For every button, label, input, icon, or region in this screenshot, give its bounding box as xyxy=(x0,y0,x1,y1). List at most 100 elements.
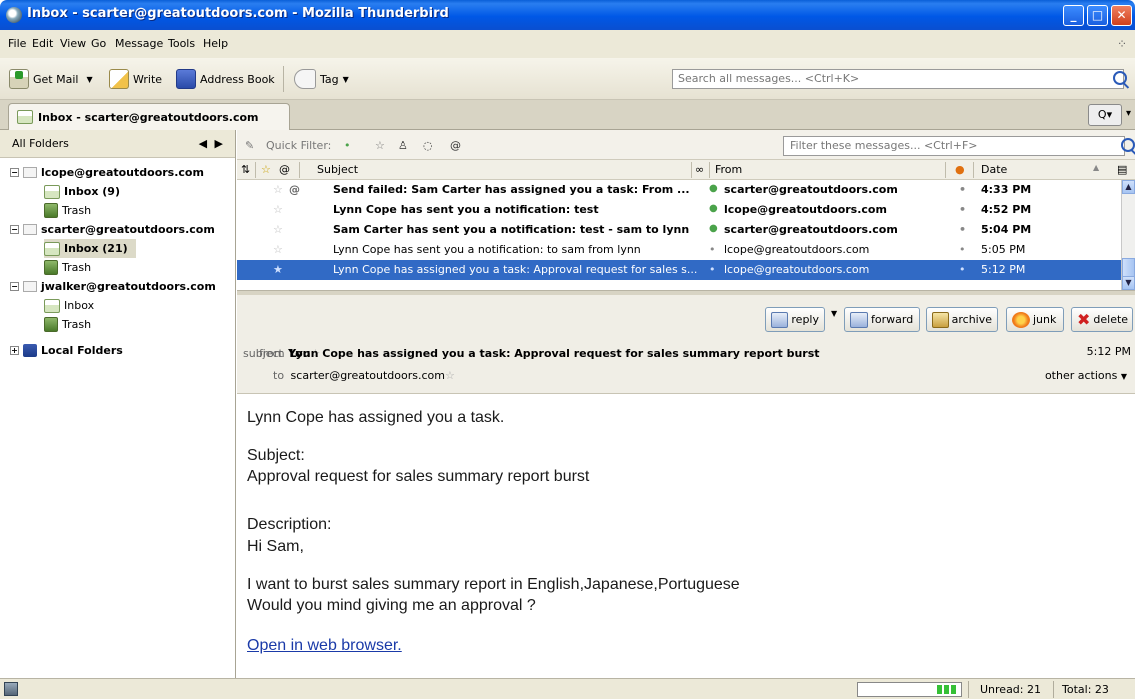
archive-button[interactable]: archive xyxy=(926,307,998,332)
offline-status-icon[interactable] xyxy=(4,682,18,696)
address-book-label: Address Book xyxy=(200,72,275,86)
collapse-icon[interactable]: − xyxy=(10,168,19,177)
account-scarter[interactable]: − scarter@greatoutdoors.com xyxy=(10,220,215,239)
message-row[interactable]: ☆ Sam Carter has sent you a notification… xyxy=(237,220,1121,240)
from-column-header[interactable]: From xyxy=(715,163,742,176)
filter-search-icon[interactable] xyxy=(1121,138,1135,152)
delete-button[interactable]: ✖ delete xyxy=(1071,307,1133,332)
inbox-icon xyxy=(17,110,33,124)
menu-edit[interactable]: Edit xyxy=(32,37,53,50)
account-jwalker[interactable]: − jwalker@greatoutdoors.com xyxy=(10,277,216,296)
star-icon[interactable]: ☆ xyxy=(273,223,283,236)
folder-view-switch-arrows[interactable]: ◀ ▶ xyxy=(199,137,225,150)
get-mail-dropdown-icon[interactable]: ▼ xyxy=(86,75,92,84)
tab-inbox[interactable]: Inbox - scarter@greatoutdoors.com xyxy=(8,103,290,130)
message-date: 5:05 PM xyxy=(981,243,1026,256)
read-dot-icon[interactable]: • xyxy=(709,263,716,276)
attachment-filter-icon[interactable]: @ xyxy=(450,139,461,152)
read-dot-icon[interactable]: • xyxy=(709,243,716,256)
folder-inbox-lcope[interactable]: Inbox (9) xyxy=(44,182,120,201)
message-row[interactable]: ☆ Lynn Cope has sent you a notification:… xyxy=(237,200,1121,220)
scroll-up-button[interactable]: ▲ xyxy=(1122,180,1135,194)
star-icon[interactable]: ☆ xyxy=(273,243,283,256)
junk-status-icon[interactable]: • xyxy=(959,183,966,196)
star-icon[interactable]: ☆ xyxy=(273,203,283,216)
junk-column-icon[interactable]: ● xyxy=(955,163,965,176)
unread-filter-icon[interactable]: • xyxy=(344,139,351,152)
search-icon[interactable] xyxy=(1113,71,1127,85)
tag-button[interactable]: Tag ▼ xyxy=(294,68,349,90)
tab-search-button[interactable]: Q▾ xyxy=(1088,104,1122,126)
unread-dot-icon[interactable]: ● xyxy=(709,183,718,194)
star-icon[interactable]: ☆ xyxy=(445,369,455,382)
unread-dot-icon[interactable]: ● xyxy=(709,203,718,214)
junk-status-icon[interactable]: • xyxy=(959,263,966,276)
junk-status-icon[interactable]: • xyxy=(959,203,966,216)
folder-inbox-jwalker-label: Inbox xyxy=(64,299,95,312)
collapse-icon[interactable]: − xyxy=(10,282,19,291)
forward-button[interactable]: forward xyxy=(844,307,920,332)
maximize-button[interactable]: □ xyxy=(1087,5,1108,26)
menu-tools[interactable]: Tools xyxy=(168,37,195,50)
attachment-icon: @ xyxy=(289,183,300,196)
tab-list-arrow-icon[interactable]: ▾ xyxy=(1126,108,1131,119)
column-separator xyxy=(945,162,946,178)
menu-help[interactable]: Help xyxy=(203,37,228,50)
address-book-button[interactable]: Address Book xyxy=(176,68,275,90)
write-button[interactable]: Write xyxy=(109,68,162,90)
folder-trash-lcope[interactable]: Trash xyxy=(44,201,91,220)
date-column-header[interactable]: Date xyxy=(981,163,1007,176)
local-folders[interactable]: + Local Folders xyxy=(10,341,123,360)
menu-message[interactable]: Message xyxy=(115,37,163,50)
subject-column-header[interactable]: Subject xyxy=(317,163,358,176)
unread-dot-icon[interactable]: ● xyxy=(709,223,718,234)
menu-file[interactable]: File xyxy=(8,37,26,50)
get-mail-button[interactable]: Get Mail ▼ xyxy=(9,68,93,90)
folder-inbox-scarter[interactable]: Inbox (21) xyxy=(44,239,136,258)
junk-status-icon[interactable]: • xyxy=(959,243,966,256)
star-icon[interactable]: ☆ xyxy=(273,183,283,196)
message-row[interactable]: ☆ @ Send failed: Sam Carter has assigned… xyxy=(237,180,1121,200)
menu-view[interactable]: View xyxy=(60,37,86,50)
body-approval-line: Would you mind giving me an approval ? xyxy=(247,597,536,614)
close-button[interactable]: ✕ xyxy=(1111,5,1132,26)
reply-dropdown-icon[interactable]: ▼ xyxy=(831,309,837,318)
folder-trash-scarter[interactable]: Trash xyxy=(44,258,91,277)
scroll-down-button[interactable]: ▼ xyxy=(1122,276,1135,290)
folder-inbox-lcope-label: Inbox (9) xyxy=(64,185,120,198)
menu-go[interactable]: Go xyxy=(91,37,106,50)
tag-icon xyxy=(294,69,316,89)
starred-filter-icon[interactable]: ☆ xyxy=(375,139,385,152)
reply-button[interactable]: reply xyxy=(765,307,825,332)
tag-filter-icon[interactable]: ◌ xyxy=(423,139,433,152)
local-folders-label: Local Folders xyxy=(41,344,123,357)
column-picker-icon[interactable]: ▤ xyxy=(1117,163,1127,176)
minimize-button[interactable]: _ xyxy=(1063,5,1084,26)
junk-button[interactable]: junk xyxy=(1006,307,1064,332)
message-list-scrollbar[interactable]: ▲ ▼ xyxy=(1121,180,1135,290)
account-lcope[interactable]: − lcope@greatoutdoors.com xyxy=(10,163,204,182)
attachment-column-icon[interactable]: @ xyxy=(279,163,290,176)
to-value[interactable]: scarter@greatoutdoors.com xyxy=(291,369,445,382)
other-actions-menu[interactable]: other actions ▼ xyxy=(1045,369,1127,382)
quick-filter-icon: ✎ xyxy=(245,139,255,152)
collapse-icon[interactable]: − xyxy=(10,225,19,234)
star-column-icon[interactable]: ☆ xyxy=(261,163,271,176)
filter-messages-input[interactable]: Filter these messages... <Ctrl+F> xyxy=(783,136,1125,156)
star-icon[interactable]: ★ xyxy=(273,263,283,276)
contact-filter-icon[interactable]: ♙ xyxy=(398,139,408,152)
column-separator xyxy=(255,162,256,178)
search-all-input[interactable]: Search all messages... <Ctrl+K> xyxy=(672,69,1124,89)
open-in-browser-link[interactable]: Open in web browser. xyxy=(247,637,402,654)
expand-icon[interactable]: + xyxy=(10,346,19,355)
folder-inbox-jwalker[interactable]: Inbox xyxy=(44,296,94,315)
body-subject-text: Approval request for sales summary repor… xyxy=(247,468,590,485)
junk-status-icon[interactable]: • xyxy=(959,223,966,236)
junk-icon xyxy=(1012,311,1030,328)
thread-column-icon[interactable]: ⇅ xyxy=(241,163,250,176)
message-row-selected[interactable]: ★ Lynn Cope has assigned you a task: App… xyxy=(237,260,1121,280)
message-row[interactable]: ☆ Lynn Cope has sent you a notification:… xyxy=(237,240,1121,260)
folder-trash-jwalker[interactable]: Trash xyxy=(44,315,91,334)
scroll-thumb[interactable] xyxy=(1122,258,1135,278)
thread-dot-column-icon[interactable]: ∞ xyxy=(695,163,704,176)
